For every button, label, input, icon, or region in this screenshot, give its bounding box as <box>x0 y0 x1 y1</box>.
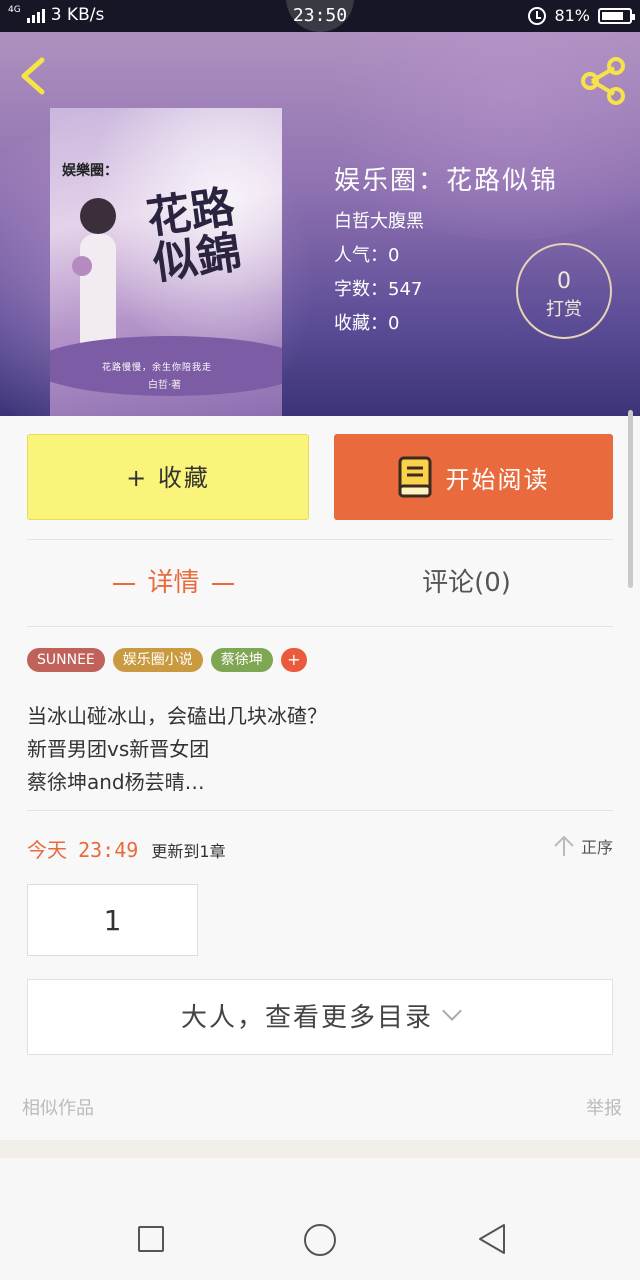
description-line: 蔡徐坤and杨芸晴… <box>27 770 205 794</box>
divider <box>27 810 613 811</box>
book-title: 娱乐圈：花路似锦 <box>334 166 559 196</box>
cover-series-text: 娱樂圈： <box>62 163 118 179</box>
book-icon <box>398 456 431 498</box>
status-right: 81% <box>528 6 635 25</box>
start-reading-button[interactable]: 开始阅读 <box>334 434 613 520</box>
book-description: 当冰山碰冰山，会磕出几块冰碴？ 新晋男团vs新晋女团 蔡徐坤and杨芸晴… <box>27 700 613 799</box>
back-triangle-icon[interactable] <box>476 1222 508 1256</box>
tag-list: SUNNEE 娱乐圈小说 蔡徐坤 + <box>27 648 307 672</box>
tag-chip[interactable]: 娱乐圈小说 <box>112 648 203 672</box>
divider <box>27 626 613 627</box>
chevron-down-icon <box>442 1001 462 1021</box>
cover-title-text: 花路似錦 <box>143 181 245 290</box>
detail-tabs: 详情 评论(0) <box>27 540 613 626</box>
tag-chip[interactable]: SUNNEE <box>27 648 105 672</box>
share-icon[interactable] <box>578 56 628 106</box>
more-catalog-button[interactable]: 大人，查看更多目录 <box>27 979 613 1055</box>
alarm-icon <box>528 6 547 25</box>
book-author[interactable]: 白哲大腹黑 <box>334 205 558 239</box>
update-day: 今天 <box>27 838 67 862</box>
similar-works-label: 相似作品 <box>22 1098 94 1119</box>
add-tag-button[interactable]: + <box>280 648 307 672</box>
battery-percent: 81% <box>554 6 590 25</box>
more-catalog-label: 大人，查看更多目录 <box>180 1003 433 1033</box>
tag-chip[interactable]: 蔡徐坤 <box>210 648 273 672</box>
sort-toggle[interactable]: 正序 <box>553 834 613 858</box>
book-cover[interactable]: 娱樂圈： 花路似錦 花路慢慢，余生你陪我走 白哲·著 <box>50 108 282 416</box>
description-line: 当冰山碰冰山，会磕出几块冰碴？ <box>27 704 327 728</box>
update-info: 今天 23:49 更新到1章 正序 <box>27 834 613 864</box>
update-time: 23:49 <box>78 838 139 862</box>
cover-tagline: 花路慢慢，余生你陪我走 <box>102 363 213 373</box>
content-bottom-strip <box>0 1140 640 1158</box>
cover-author: 白哲·著 <box>148 380 182 391</box>
back-icon[interactable] <box>14 56 54 96</box>
tip-label: 打赏 <box>546 299 582 320</box>
book-detail-body: + 收藏 开始阅读 详情 评论(0) SUNNEE 娱乐圈小说 蔡徐坤 + 当冰… <box>0 416 640 1142</box>
tab-comment[interactable]: 评论(0) <box>320 540 613 626</box>
description-line: 新晋男团vs新晋女团 <box>27 737 210 761</box>
home-button[interactable] <box>304 1224 336 1256</box>
tab-indicator-right <box>211 582 234 585</box>
start-reading-label: 开始阅读 <box>445 465 550 494</box>
collect-button[interactable]: + 收藏 <box>27 434 309 520</box>
book-header: 4G 3 KB/s 23:50 81% 娱樂圈： 花路似錦 花路慢慢，余生你陪我… <box>0 0 640 416</box>
tab-detail-label: 详情 <box>147 568 200 598</box>
status-bar: 4G 3 KB/s 23:50 81% <box>0 0 640 32</box>
tab-detail[interactable]: 详情 <box>27 540 320 626</box>
recents-button[interactable] <box>138 1226 164 1252</box>
system-nav-bar <box>0 1196 640 1280</box>
report-link[interactable]: 举报 <box>586 1094 622 1120</box>
sort-label: 正序 <box>580 838 613 857</box>
arrow-up-icon <box>554 835 574 856</box>
scrollbar[interactable] <box>628 410 633 588</box>
chapter-item[interactable]: 1 <box>27 884 198 956</box>
tip-button[interactable]: 0 打赏 <box>516 243 612 339</box>
update-text: 更新到1章 <box>151 842 226 861</box>
tab-indicator-left <box>113 582 136 585</box>
battery-icon <box>598 7 635 24</box>
tip-count: 0 <box>557 269 571 294</box>
